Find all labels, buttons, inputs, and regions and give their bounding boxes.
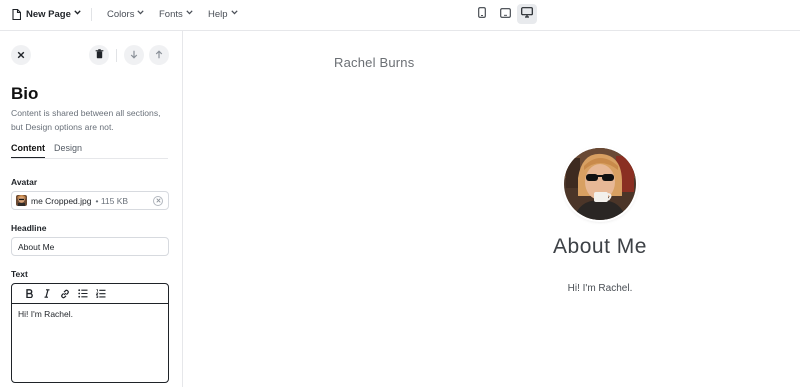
toolbar-divider: [116, 49, 117, 62]
panel-description: Content is shared between all sections, …: [11, 108, 161, 132]
desktop-view-button[interactable]: [517, 4, 537, 24]
headline-input[interactable]: About Me: [11, 237, 169, 256]
colors-menu[interactable]: Colors: [107, 0, 145, 29]
chevron-down-icon: [230, 10, 238, 17]
avatar-label: Avatar: [11, 177, 38, 187]
page-menu[interactable]: New Page: [12, 0, 81, 29]
page-menu-label: New Page: [26, 9, 71, 20]
move-up-button[interactable]: [149, 45, 169, 65]
profile-avatar-image[interactable]: [564, 148, 636, 220]
toolbar-divider: [91, 8, 92, 21]
desktop-icon: [521, 5, 533, 23]
panel-title: Bio: [11, 84, 39, 103]
preview-headline[interactable]: About Me: [184, 235, 784, 259]
avatar-thumbnail: [16, 195, 27, 206]
numbered-list-icon[interactable]: [92, 287, 110, 301]
close-icon: [155, 197, 161, 205]
document-icon: [12, 9, 21, 20]
editor-toolbar: [12, 284, 168, 304]
fonts-menu[interactable]: Fonts: [159, 0, 193, 29]
headline-label: Headline: [11, 223, 47, 233]
chevron-down-icon: [186, 10, 193, 17]
tab-underline-divider: [11, 158, 168, 159]
italic-button[interactable]: [38, 287, 56, 301]
delete-section-button[interactable]: [89, 45, 109, 65]
text-rich-editor[interactable]: Hi! I'm Rachel.: [11, 283, 169, 383]
bold-button[interactable]: [20, 287, 38, 301]
preview-body-text[interactable]: Hi! I'm Rachel.: [184, 283, 784, 294]
trash-icon: [95, 46, 104, 64]
fonts-menu-label: Fonts: [159, 9, 183, 20]
avatar-file-field[interactable]: me Cropped.jpg • 115 KB: [11, 191, 169, 210]
text-label: Text: [11, 269, 28, 279]
top-toolbar: New Page Colors Fonts Help: [0, 0, 800, 31]
clear-file-button[interactable]: [153, 196, 163, 206]
arrow-up-icon: [155, 46, 163, 64]
help-menu-label: Help: [208, 9, 228, 20]
bulleted-list-icon[interactable]: [74, 287, 92, 301]
colors-menu-label: Colors: [107, 9, 135, 20]
tablet-icon: [499, 5, 511, 23]
mobile-view-button[interactable]: [472, 4, 492, 24]
tab-design[interactable]: Design: [54, 143, 82, 159]
page-preview-canvas: Rachel Burns About Me Hi! I'm Rachel.: [184, 31, 800, 387]
chevron-down-icon: [74, 10, 81, 17]
editor-text-area[interactable]: Hi! I'm Rachel.: [12, 304, 168, 324]
chevron-down-icon: [137, 10, 145, 17]
site-name[interactable]: Rachel Burns: [334, 55, 414, 70]
link-icon[interactable]: [56, 287, 74, 301]
mobile-icon: [478, 5, 486, 23]
tab-content[interactable]: Content: [11, 143, 45, 159]
tablet-view-button[interactable]: [495, 4, 515, 24]
close-button[interactable]: [11, 45, 31, 65]
section-editor-sidebar: Bio Content is shared between all sectio…: [0, 31, 183, 387]
move-down-button[interactable]: [124, 45, 144, 65]
avatar-file-size: • 115 KB: [95, 195, 129, 206]
help-menu[interactable]: Help: [208, 0, 238, 29]
avatar-file-name: me Cropped.jpg: [31, 195, 92, 206]
arrow-down-icon: [130, 46, 138, 64]
close-icon: [17, 46, 25, 64]
